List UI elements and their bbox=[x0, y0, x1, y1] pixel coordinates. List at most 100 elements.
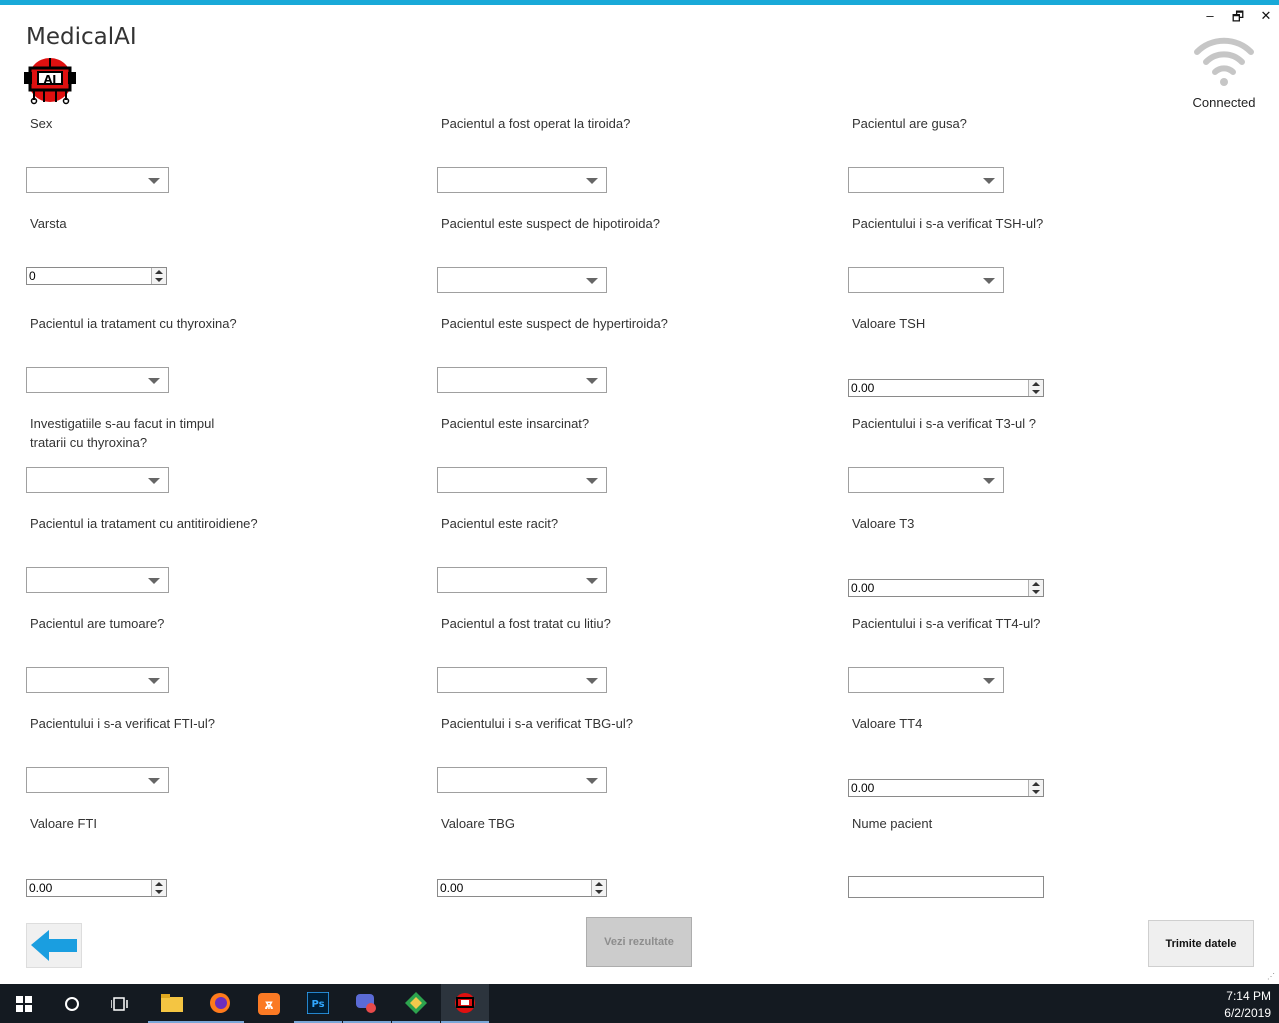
t3-checked-dropdown[interactable] bbox=[848, 467, 1004, 493]
chevron-down-icon bbox=[586, 378, 598, 384]
diamond-app-icon bbox=[405, 991, 427, 1014]
spin-up-icon[interactable] bbox=[1032, 782, 1040, 786]
windows-logo-icon bbox=[16, 995, 32, 1012]
label-tsh-value: Valoare TSH bbox=[852, 316, 926, 331]
vezi-rezultate-button[interactable]: Vezi rezultate bbox=[586, 917, 692, 967]
spin-buttons[interactable] bbox=[1028, 780, 1043, 796]
insarcinat-dropdown[interactable] bbox=[437, 467, 607, 493]
chevron-down-icon bbox=[983, 278, 995, 284]
litiu-dropdown[interactable] bbox=[437, 667, 607, 693]
taskbar-file-explorer[interactable] bbox=[148, 984, 196, 1023]
label-varsta: Varsta bbox=[30, 216, 67, 231]
svg-text:AI: AI bbox=[44, 73, 57, 86]
spin-up-icon[interactable] bbox=[155, 882, 163, 886]
folder-icon bbox=[161, 993, 183, 1012]
clock-time: 7:14 PM bbox=[1226, 989, 1271, 1003]
chevron-down-icon bbox=[148, 378, 160, 384]
tsh-stepper[interactable]: 0.00 bbox=[848, 379, 1044, 397]
arrow-left-icon bbox=[31, 930, 77, 961]
tsh-checked-dropdown[interactable] bbox=[848, 267, 1004, 293]
operat-dropdown[interactable] bbox=[437, 167, 607, 193]
spin-buttons[interactable] bbox=[1028, 380, 1043, 396]
sex-dropdown[interactable] bbox=[26, 167, 169, 193]
label-sex: Sex bbox=[30, 116, 53, 131]
chevron-down-icon bbox=[983, 478, 995, 484]
spin-down-icon[interactable] bbox=[155, 278, 163, 282]
tt4-checked-dropdown[interactable] bbox=[848, 667, 1004, 693]
nume-pacient-input[interactable] bbox=[848, 876, 1044, 898]
label-tt4-checked: Pacientului i s-a verificat TT4-ul? bbox=[852, 616, 1041, 631]
chevron-down-icon bbox=[586, 278, 598, 284]
taskbar-medicalai[interactable] bbox=[441, 984, 489, 1023]
fti-stepper[interactable]: 0.00 bbox=[26, 879, 167, 897]
resize-grip-icon[interactable]: ⋰ bbox=[1267, 972, 1275, 981]
taskbar-git-app[interactable] bbox=[392, 984, 440, 1023]
svg-text:Ps: Ps bbox=[311, 999, 324, 1010]
label-gusa: Pacientul are gusa? bbox=[852, 116, 967, 131]
label-fti-value: Valoare FTI bbox=[30, 816, 97, 831]
fti-checked-dropdown[interactable] bbox=[26, 767, 169, 793]
tt4-stepper[interactable]: 0.00 bbox=[848, 779, 1044, 797]
minimize-button[interactable]: – bbox=[1203, 8, 1217, 30]
chevron-down-icon bbox=[586, 678, 598, 684]
thyroxina-dropdown[interactable] bbox=[26, 367, 169, 393]
fti-value: 0.00 bbox=[29, 881, 53, 895]
spin-up-icon[interactable] bbox=[595, 882, 603, 886]
spin-buttons[interactable] bbox=[151, 880, 166, 896]
spin-buttons[interactable] bbox=[1028, 580, 1043, 596]
start-button[interactable] bbox=[0, 984, 48, 1023]
tumoare-dropdown[interactable] bbox=[26, 667, 169, 693]
label-insarcinat: Pacientul este insarcinat? bbox=[441, 416, 590, 431]
chevron-down-icon bbox=[983, 178, 995, 184]
spin-up-icon[interactable] bbox=[1032, 582, 1040, 586]
taskbar-firefox[interactable] bbox=[196, 984, 244, 1023]
t3-stepper[interactable]: 0.00 bbox=[848, 579, 1044, 597]
label-thyroxina: Pacientul ia tratament cu thyroxina? bbox=[30, 316, 237, 331]
racit-dropdown[interactable] bbox=[437, 567, 607, 593]
spin-down-icon[interactable] bbox=[155, 890, 163, 894]
chevron-down-icon bbox=[586, 778, 598, 784]
task-view-button[interactable] bbox=[96, 984, 144, 1023]
back-button[interactable] bbox=[26, 923, 82, 968]
investigatii-dropdown[interactable] bbox=[26, 467, 169, 493]
chevron-down-icon bbox=[148, 678, 160, 684]
trimite-datele-button[interactable]: Trimite datele bbox=[1148, 920, 1254, 967]
label-t3-checked: Pacientului i s-a verificat T3-ul ? bbox=[852, 416, 1037, 431]
clock-date: 6/2/2019 bbox=[1224, 1006, 1271, 1020]
tbg-checked-dropdown[interactable] bbox=[437, 767, 607, 793]
task-view-icon bbox=[111, 996, 128, 1011]
restore-button[interactable]: 🗗 bbox=[1231, 8, 1245, 30]
chevron-down-icon bbox=[586, 178, 598, 184]
spin-down-icon[interactable] bbox=[1032, 390, 1040, 394]
taskbar-clock[interactable]: 7:14 PM 6/2/2019 bbox=[1224, 988, 1271, 1022]
spin-down-icon[interactable] bbox=[1032, 590, 1040, 594]
taskbar-xampp[interactable]: ѫ bbox=[245, 984, 293, 1023]
spin-down-icon[interactable] bbox=[595, 890, 603, 894]
spin-buttons[interactable] bbox=[591, 880, 606, 896]
hipertiroida-dropdown[interactable] bbox=[437, 367, 607, 393]
spin-buttons[interactable] bbox=[151, 268, 166, 284]
gamepad-icon bbox=[356, 993, 376, 1013]
gusa-dropdown[interactable] bbox=[848, 167, 1004, 193]
t3-value: 0.00 bbox=[851, 581, 875, 595]
hipotiroida-dropdown[interactable] bbox=[437, 267, 607, 293]
search-button[interactable] bbox=[48, 984, 96, 1023]
taskbar-game-app[interactable] bbox=[343, 984, 391, 1023]
tt4-value: 0.00 bbox=[851, 781, 875, 795]
label-fti-checked: Pacientului i s-a verificat FTI-ul? bbox=[30, 716, 215, 731]
label-racit: Pacientul este racit? bbox=[441, 516, 559, 531]
close-button[interactable]: ✕ bbox=[1259, 8, 1273, 30]
chevron-down-icon bbox=[148, 178, 160, 184]
antitiroidiene-dropdown[interactable] bbox=[26, 567, 169, 593]
taskbar-photoshop[interactable]: Ps bbox=[294, 984, 342, 1023]
medicalai-app-icon bbox=[455, 992, 475, 1013]
tbg-stepper[interactable]: 0.00 bbox=[437, 879, 607, 897]
title-accent-bar bbox=[0, 0, 1279, 5]
label-nume: Nume pacient bbox=[852, 816, 933, 831]
spin-up-icon[interactable] bbox=[1032, 382, 1040, 386]
varsta-stepper[interactable]: 0 bbox=[26, 267, 167, 285]
spin-down-icon[interactable] bbox=[1032, 790, 1040, 794]
medicalai-logo-icon: AI bbox=[24, 58, 76, 105]
spin-up-icon[interactable] bbox=[155, 270, 163, 274]
chevron-down-icon bbox=[148, 578, 160, 584]
